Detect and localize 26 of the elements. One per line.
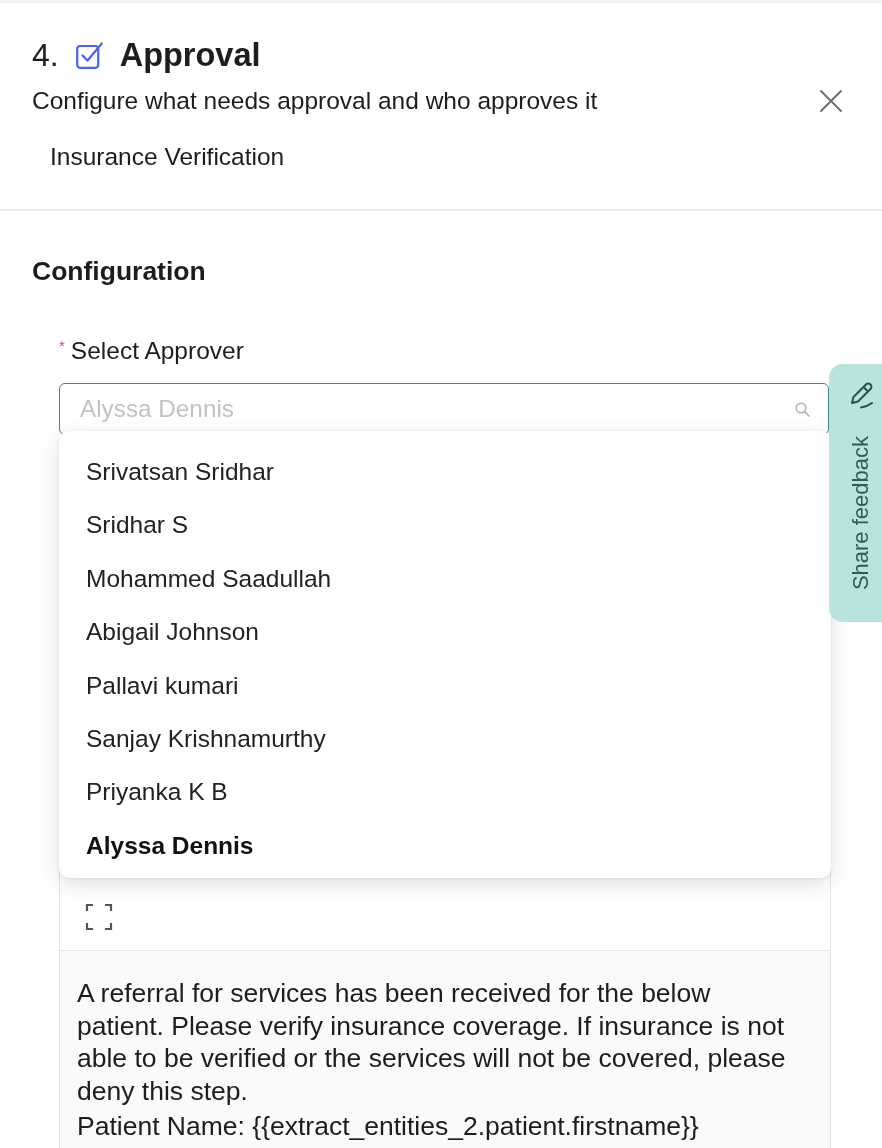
- close-button[interactable]: [820, 90, 842, 112]
- required-mark: *: [59, 337, 65, 355]
- message-text: A referral for services has been received for the below patient. Please verify insurance coverage. If insurance is not able to be verified or the services will not be covered, please deny this step.: [77, 977, 787, 1107]
- panel-subtitle: Configure what needs approval and who approves it: [32, 87, 598, 115]
- expand-button[interactable]: [85, 903, 113, 931]
- approver-option[interactable]: Pallavi kumari: [59, 658, 823, 712]
- approver-option[interactable]: Sanjay Krishnamurthy: [59, 711, 823, 766]
- message-body[interactable]: [60, 951, 830, 1148]
- step-name: Insurance Verification: [49, 143, 285, 171]
- checkbox-icon: [75, 41, 103, 69]
- approver-option[interactable]: Mohammed Saadullah: [59, 551, 823, 606]
- approver-option[interactable]: Sridhar S: [59, 498, 823, 552]
- approver-option[interactable]: Priyanka K B: [59, 765, 823, 819]
- panel-title: Approval: [119, 36, 261, 75]
- approver-option[interactable]: Alyssa Dennis: [59, 818, 823, 873]
- step-number: 4.: [32, 36, 59, 75]
- message-text: Patient Name: {{extract_entities_2.patient.firstname}}: [77, 1110, 700, 1143]
- approver-option[interactable]: Abigail Johnson: [59, 605, 823, 659]
- field-label: Select Approver: [70, 337, 244, 365]
- search-icon: [795, 402, 810, 417]
- share-feedback-button[interactable]: Share feedback: [829, 364, 882, 622]
- close-icon: [820, 90, 842, 112]
- approver-search-field[interactable]: Alyssa Dennis: [59, 383, 829, 435]
- section-heading: Configuration: [32, 256, 206, 286]
- expand-icon: [85, 903, 113, 931]
- approver-option[interactable]: Srivatsan Sridhar: [59, 445, 823, 499]
